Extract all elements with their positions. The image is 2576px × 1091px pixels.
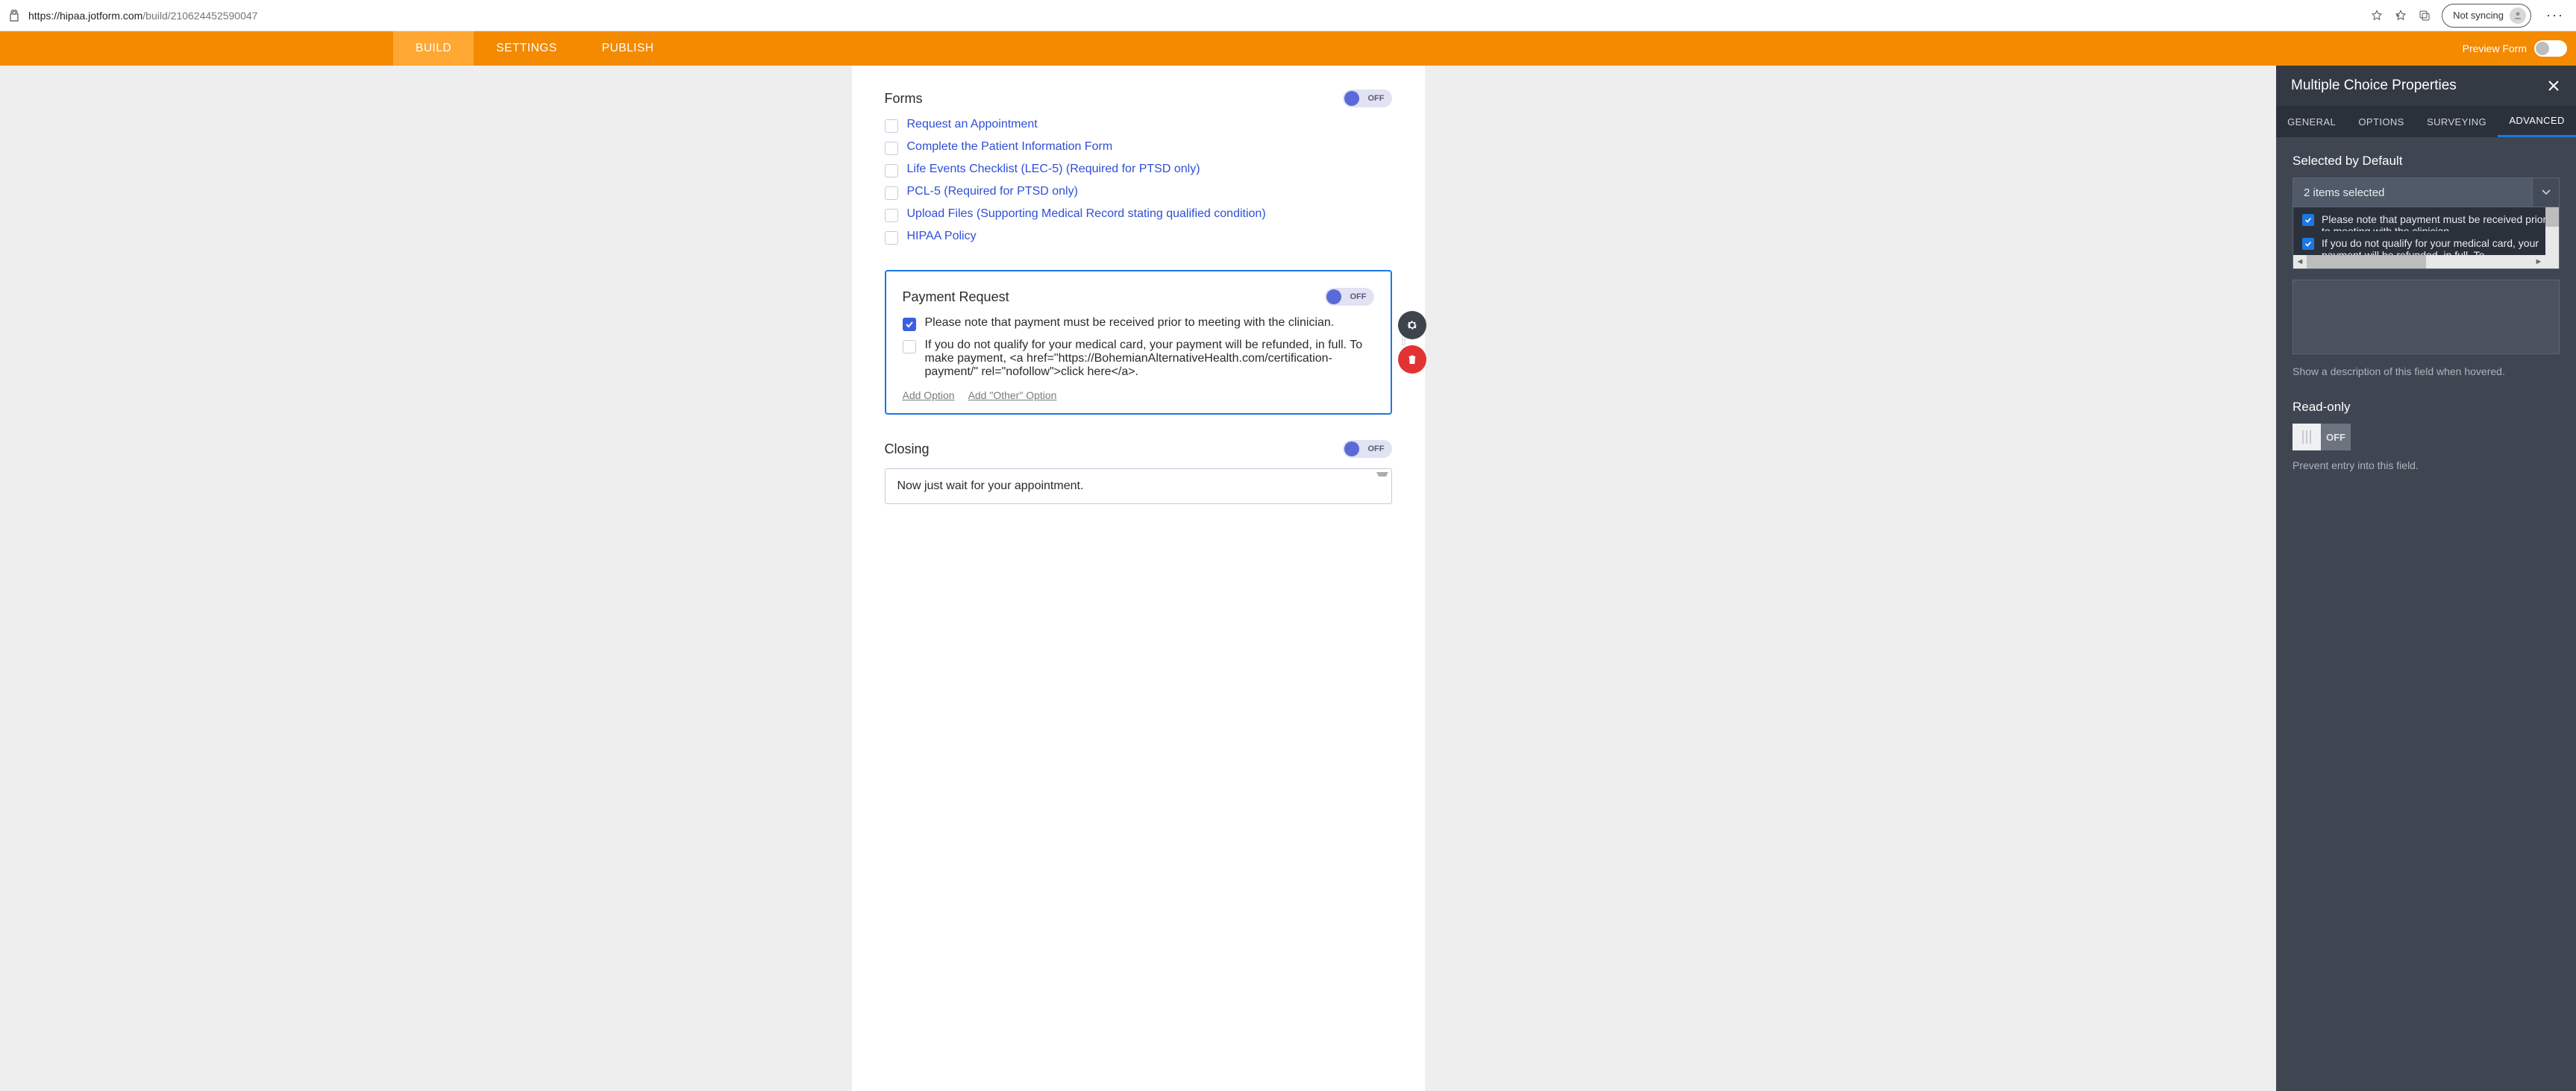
properties-panel: Multiple Choice Properties GENERAL OPTIO…	[2276, 66, 2576, 1091]
option-label: Complete the Patient Information Form	[907, 140, 1113, 154]
hover-description-textarea[interactable]	[2293, 280, 2560, 354]
preview-toggle[interactable]	[2534, 40, 2567, 57]
field-closing-required-toggle[interactable]: OFF	[1343, 440, 1392, 458]
hover-description-hint: Show a description of this field when ho…	[2293, 365, 2560, 377]
selected-default-options-list: Please note that payment must be receive…	[2293, 207, 2560, 269]
option-label: Life Events Checklist (LEC-5) (Required …	[907, 163, 1200, 176]
lock-icon	[7, 9, 21, 22]
sync-status-pill[interactable]: Not syncing	[2442, 4, 2531, 28]
field-title-forms: Forms	[885, 91, 923, 107]
checkbox[interactable]	[885, 142, 898, 155]
checkbox[interactable]	[903, 340, 916, 353]
read-only-toggle[interactable]: OFF	[2293, 424, 2351, 450]
nav-tab-settings[interactable]: SETTINGS	[474, 31, 580, 66]
profile-avatar-icon	[2510, 7, 2526, 24]
field-title-payment[interactable]: Payment Request	[903, 289, 1009, 305]
read-only-hint: Prevent entry into this field.	[2293, 459, 2560, 471]
read-only-title: Read-only	[2293, 400, 2560, 415]
field-delete-button[interactable]	[1398, 345, 1426, 374]
dropdown-value: 2 items selected	[2304, 186, 2384, 199]
forms-option[interactable]: Upload Files (Supporting Medical Record …	[885, 207, 1392, 222]
close-icon[interactable]	[2546, 78, 2561, 93]
payment-option[interactable]: If you do not qualify for your medical c…	[903, 339, 1374, 379]
option-label: Upload Files (Supporting Medical Record …	[907, 207, 1266, 221]
nav-tab-build[interactable]: BUILD	[393, 31, 474, 66]
checkbox[interactable]	[885, 209, 898, 222]
forms-option[interactable]: Request an Appointment	[885, 118, 1392, 133]
dropdown-option[interactable]: Please note that payment must be receive…	[2293, 207, 2559, 231]
prop-tab-surveying[interactable]: SURVEYING	[2416, 106, 2498, 137]
option-label: HIPAA Policy	[907, 230, 977, 243]
selected-by-default-title: Selected by Default	[2293, 154, 2560, 169]
checkbox[interactable]	[885, 119, 898, 133]
sync-label: Not syncing	[2453, 10, 2504, 21]
checkbox-checked[interactable]	[2302, 214, 2314, 226]
url-bar[interactable]: https://hipaa.jotform.com/build/21062445…	[28, 10, 257, 22]
add-option-link[interactable]: Add Option	[903, 389, 955, 401]
browser-chrome: https://hipaa.jotform.com/build/21062445…	[0, 0, 2576, 31]
nav-tab-publish[interactable]: PUBLISH	[580, 31, 677, 66]
dropdown-option-label: Please note that payment must be receive…	[2322, 213, 2550, 231]
top-nav: BUILD SETTINGS PUBLISH Preview Form	[0, 31, 2576, 66]
prop-tab-advanced[interactable]: ADVANCED	[2498, 106, 2576, 137]
scroll-left-icon[interactable]: ◄	[2293, 257, 2307, 266]
read-only-toggle-state: OFF	[2321, 424, 2351, 450]
vertical-scrollbar[interactable]	[2545, 207, 2559, 255]
field-forms-required-toggle[interactable]: OFF	[1343, 89, 1392, 107]
selected-default-dropdown[interactable]: 2 items selected	[2293, 177, 2560, 207]
closing-textarea[interactable]: Now just wait for your appointment.	[885, 468, 1392, 504]
star-add-icon[interactable]	[2370, 9, 2384, 22]
closing-text: Now just wait for your appointment.	[897, 480, 1084, 492]
prop-tab-general[interactable]: GENERAL	[2276, 106, 2347, 137]
checkbox-checked[interactable]	[2302, 238, 2314, 250]
url-path: /build/210624452590047	[142, 10, 257, 22]
field-closing[interactable]: Closing OFF Now just wait for your appoi…	[885, 440, 1392, 504]
favorites-icon[interactable]	[2394, 9, 2407, 22]
field-payment-request-selected[interactable]: Payment Request OFF Please note that pay…	[885, 270, 1392, 415]
nav-tabs: BUILD SETTINGS PUBLISH	[393, 31, 677, 66]
option-label: Request an Appointment	[907, 118, 1038, 131]
checkbox[interactable]	[885, 231, 898, 245]
more-menu-icon[interactable]: ···	[2542, 7, 2569, 23]
properties-tabs: GENERAL OPTIONS SURVEYING ADVANCED	[2276, 106, 2576, 137]
dropdown-option[interactable]: If you do not qualify for your medical c…	[2293, 231, 2559, 255]
field-settings-button[interactable]	[1398, 311, 1426, 339]
field-payment-required-toggle[interactable]: OFF	[1325, 288, 1374, 306]
chrome-right-controls: Not syncing ···	[2370, 4, 2569, 28]
forms-option[interactable]: PCL-5 (Required for PTSD only)	[885, 185, 1392, 200]
checkbox-checked[interactable]	[903, 318, 916, 331]
read-only-section: Read-only OFF Prevent entry into this fi…	[2293, 400, 2560, 471]
selected-by-default-section: Selected by Default 2 items selected Ple…	[2293, 154, 2560, 377]
form-canvas: Forms OFF Request an Appointment Complet…	[852, 66, 1425, 1091]
scroll-right-icon[interactable]: ►	[2532, 257, 2545, 266]
forms-option[interactable]: HIPAA Policy	[885, 230, 1392, 245]
field-title-closing: Closing	[885, 441, 930, 457]
forms-option[interactable]: Complete the Patient Information Form	[885, 140, 1392, 155]
horizontal-scrollbar[interactable]: ◄ ►	[2293, 255, 2559, 268]
preview-form-control: Preview Form	[2463, 40, 2576, 57]
option-label[interactable]: If you do not qualify for your medical c…	[925, 339, 1374, 379]
field-forms[interactable]: Forms OFF Request an Appointment Complet…	[885, 89, 1392, 245]
dropdown-option-label: If you do not qualify for your medical c…	[2322, 237, 2550, 255]
url-host: https://hipaa.jotform.com	[28, 10, 142, 22]
prop-tab-options[interactable]: OPTIONS	[2347, 106, 2416, 137]
chevron-down-icon	[2532, 178, 2559, 207]
forms-option[interactable]: Life Events Checklist (LEC-5) (Required …	[885, 163, 1392, 177]
checkbox[interactable]	[885, 164, 898, 177]
properties-title: Multiple Choice Properties	[2291, 78, 2457, 94]
add-other-option-link[interactable]: Add "Other" Option	[968, 389, 1057, 401]
collections-icon[interactable]	[2418, 9, 2431, 22]
option-label[interactable]: Please note that payment must be receive…	[925, 316, 1335, 330]
payment-option[interactable]: Please note that payment must be receive…	[903, 316, 1374, 331]
option-label: PCL-5 (Required for PTSD only)	[907, 185, 1078, 198]
checkbox[interactable]	[885, 186, 898, 200]
preview-form-label: Preview Form	[2463, 43, 2527, 54]
form-canvas-outer: Forms OFF Request an Appointment Complet…	[0, 66, 2276, 1091]
